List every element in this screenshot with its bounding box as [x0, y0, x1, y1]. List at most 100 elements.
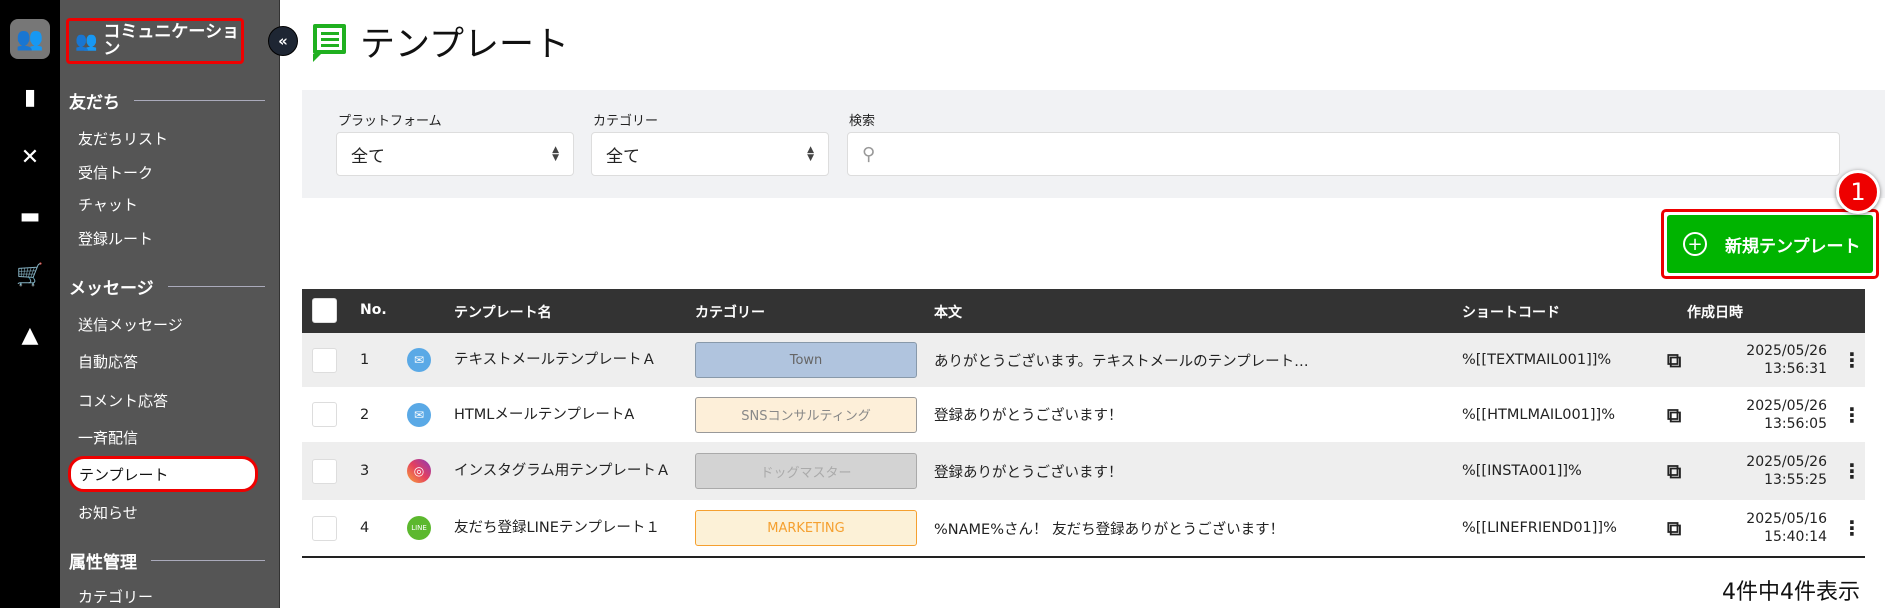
- copy-icon[interactable]: ⧉: [1667, 500, 1681, 556]
- shortcode: %[[INSTA001]]%: [1462, 463, 1582, 479]
- copy-icon[interactable]: ⧉: [1667, 387, 1681, 442]
- select-arrows-icon: ▲ ▼: [807, 145, 814, 163]
- select-all-checkbox[interactable]: [312, 298, 337, 323]
- template-table: No. テンプレート名 カテゴリー 本文 ショートコード 作成日時 1 ✉ テキ…: [302, 289, 1865, 556]
- sidebar-item-notice[interactable]: お知らせ: [78, 502, 138, 523]
- row-no: 4: [360, 520, 370, 536]
- created-date: 2025/05/16: [1746, 511, 1827, 527]
- shortcode: %[[TEXTMAIL001]]%: [1462, 352, 1612, 368]
- row-no: 1: [360, 352, 370, 368]
- shortcode: %[[HTMLMAIL001]]%: [1462, 406, 1615, 423]
- icon-rail: 👥 ▮ ✕ ▬ 🛒 ▲: [0, 0, 60, 608]
- shortcode: %[[LINEFRIEND01]]%: [1462, 520, 1617, 536]
- sidebar-item-chat[interactable]: チャット: [78, 194, 138, 215]
- sidebar-header-label: コミュニケーション: [103, 22, 240, 59]
- platform-select[interactable]: 全て ▲ ▼: [336, 132, 574, 176]
- platform-label: プラットフォーム: [338, 114, 442, 129]
- sidebar-item-comment-reply[interactable]: コメント応答: [78, 390, 168, 411]
- section-attributes: 属性管理: [69, 548, 265, 573]
- email-icon: ✉: [407, 402, 431, 427]
- created-datetime: 2025/05/26 13:56:05: [1746, 397, 1827, 433]
- step-badge: 1: [1836, 170, 1880, 214]
- result-count: 4件中4件表示: [1722, 580, 1860, 605]
- row-checkbox[interactable]: [312, 458, 337, 484]
- created-date: 2025/05/26: [1746, 343, 1827, 359]
- message-icon: [313, 24, 346, 62]
- more-menu-icon[interactable]: ⋮: [1842, 500, 1862, 556]
- created-time: 13:56:31: [1764, 361, 1827, 377]
- sidebar-item-category[interactable]: カテゴリー: [78, 586, 153, 607]
- template-name[interactable]: HTMLメールテンプレートA: [454, 387, 679, 442]
- category-tag: Town: [695, 342, 917, 378]
- template-body: %NAME%さん！ 友だち登録ありがとうございます！: [934, 521, 1285, 538]
- category-tag: SNSコンサルティング: [695, 396, 917, 433]
- more-menu-icon[interactable]: ⋮: [1842, 387, 1862, 442]
- created-datetime: 2025/05/26 13:55:25: [1746, 453, 1827, 489]
- collapse-sidebar-button[interactable]: «: [268, 26, 298, 56]
- search-input[interactable]: ⚲: [847, 132, 1840, 176]
- header-name: テンプレート名: [454, 305, 552, 321]
- platform-value: 全て: [351, 146, 385, 167]
- section-message: メッセージ: [69, 274, 265, 299]
- new-template-highlight: + 新規テンプレート: [1661, 209, 1879, 279]
- instagram-icon: ◎: [407, 459, 431, 483]
- search-label: 検索: [849, 114, 876, 129]
- new-template-button[interactable]: + 新規テンプレート: [1667, 215, 1873, 273]
- more-menu-icon[interactable]: ⋮: [1842, 442, 1862, 500]
- row-no: 3: [360, 463, 370, 479]
- line-icon: LINE: [407, 516, 431, 540]
- search-icon: ⚲: [862, 143, 876, 165]
- header-body: 本文: [934, 305, 962, 321]
- table-row[interactable]: 3 ◎ インスタグラム用テンプレートＡ ドッグマスター 登録ありがとうございます…: [302, 442, 1865, 500]
- row-no: 2: [360, 406, 370, 423]
- created-date: 2025/05/26: [1746, 397, 1827, 414]
- created-time: 15:40:14: [1764, 529, 1827, 545]
- tools-icon[interactable]: ✕: [10, 137, 50, 177]
- copy-icon[interactable]: ⧉: [1667, 442, 1681, 500]
- sidebar-item-broadcast[interactable]: 一斉配信: [78, 427, 138, 448]
- header-shortcode: ショートコード: [1462, 305, 1560, 321]
- table-bottom-border: [302, 556, 1865, 558]
- cart-icon[interactable]: 🛒: [10, 255, 50, 295]
- sidebar-item-auto-reply[interactable]: 自動応答: [78, 351, 138, 372]
- sidebar-item-registration-route[interactable]: 登録ルート: [78, 228, 153, 249]
- sidebar-item-friend-list[interactable]: 友だちリスト: [78, 128, 168, 149]
- template-name[interactable]: テキストメールテンプレートＡ: [454, 333, 679, 387]
- table-row[interactable]: 4 LINE 友だち登録LINEテンプレート１ MARKETING %NAME%…: [302, 500, 1865, 556]
- section-friends: 友だち: [69, 88, 265, 113]
- sidebar: 👥 コミュニケーション 友だち 友だちリスト 受信トーク チャット 登録ルート メ…: [60, 0, 280, 608]
- created-datetime: 2025/05/26 13:56:31: [1746, 342, 1827, 378]
- sidebar-item-sent-messages[interactable]: 送信メッセージ: [78, 314, 183, 335]
- filter-panel: プラットフォーム 全て ▲ ▼ カテゴリー 全て ▲ ▼ 検索 ⚲: [302, 90, 1885, 198]
- new-template-label: 新規テンプレート: [1725, 236, 1861, 257]
- table-row[interactable]: 1 ✉ テキストメールテンプレートＡ Town ありがとうございます。テキストメ…: [302, 333, 1865, 387]
- email-icon: ✉: [407, 348, 431, 372]
- template-name[interactable]: インスタグラム用テンプレートＡ: [454, 442, 679, 500]
- created-date: 2025/05/26: [1746, 454, 1827, 470]
- header-category: カテゴリー: [695, 305, 765, 321]
- created-time: 13:56:05: [1764, 415, 1827, 432]
- users-icon[interactable]: 👥: [10, 19, 50, 59]
- category-label: カテゴリー: [593, 114, 659, 129]
- sidebar-header-communication[interactable]: 👥 コミュニケーション: [66, 18, 244, 64]
- image-icon[interactable]: ▲: [10, 315, 50, 355]
- more-menu-icon[interactable]: ⋮: [1842, 333, 1862, 387]
- row-checkbox[interactable]: [312, 402, 337, 427]
- chart-icon[interactable]: ▮: [10, 77, 50, 117]
- row-checkbox[interactable]: [312, 347, 337, 373]
- template-body: 登録ありがとうございます！: [934, 408, 1123, 424]
- select-arrows-icon: ▲ ▼: [552, 145, 559, 163]
- sidebar-item-template[interactable]: テンプレート: [68, 456, 258, 492]
- plus-circle-icon: +: [1683, 232, 1707, 256]
- sidebar-item-received-talk[interactable]: 受信トーク: [78, 162, 153, 183]
- category-select[interactable]: 全て ▲ ▼: [591, 132, 829, 176]
- template-body: ありがとうございます。テキストメールのテンプレート…: [934, 353, 1309, 370]
- category-tag: MARKETING: [695, 510, 917, 546]
- copy-icon[interactable]: ⧉: [1667, 333, 1681, 387]
- row-checkbox[interactable]: [312, 515, 337, 541]
- category-tag: ドッグマスター: [695, 453, 917, 489]
- folder-icon[interactable]: ▬: [10, 196, 50, 236]
- template-name[interactable]: 友だち登録LINEテンプレート１: [454, 500, 679, 556]
- created-datetime: 2025/05/16 15:40:14: [1746, 510, 1827, 546]
- table-row[interactable]: 2 ✉ HTMLメールテンプレートA SNSコンサルティング 登録ありがとうござ…: [302, 387, 1865, 442]
